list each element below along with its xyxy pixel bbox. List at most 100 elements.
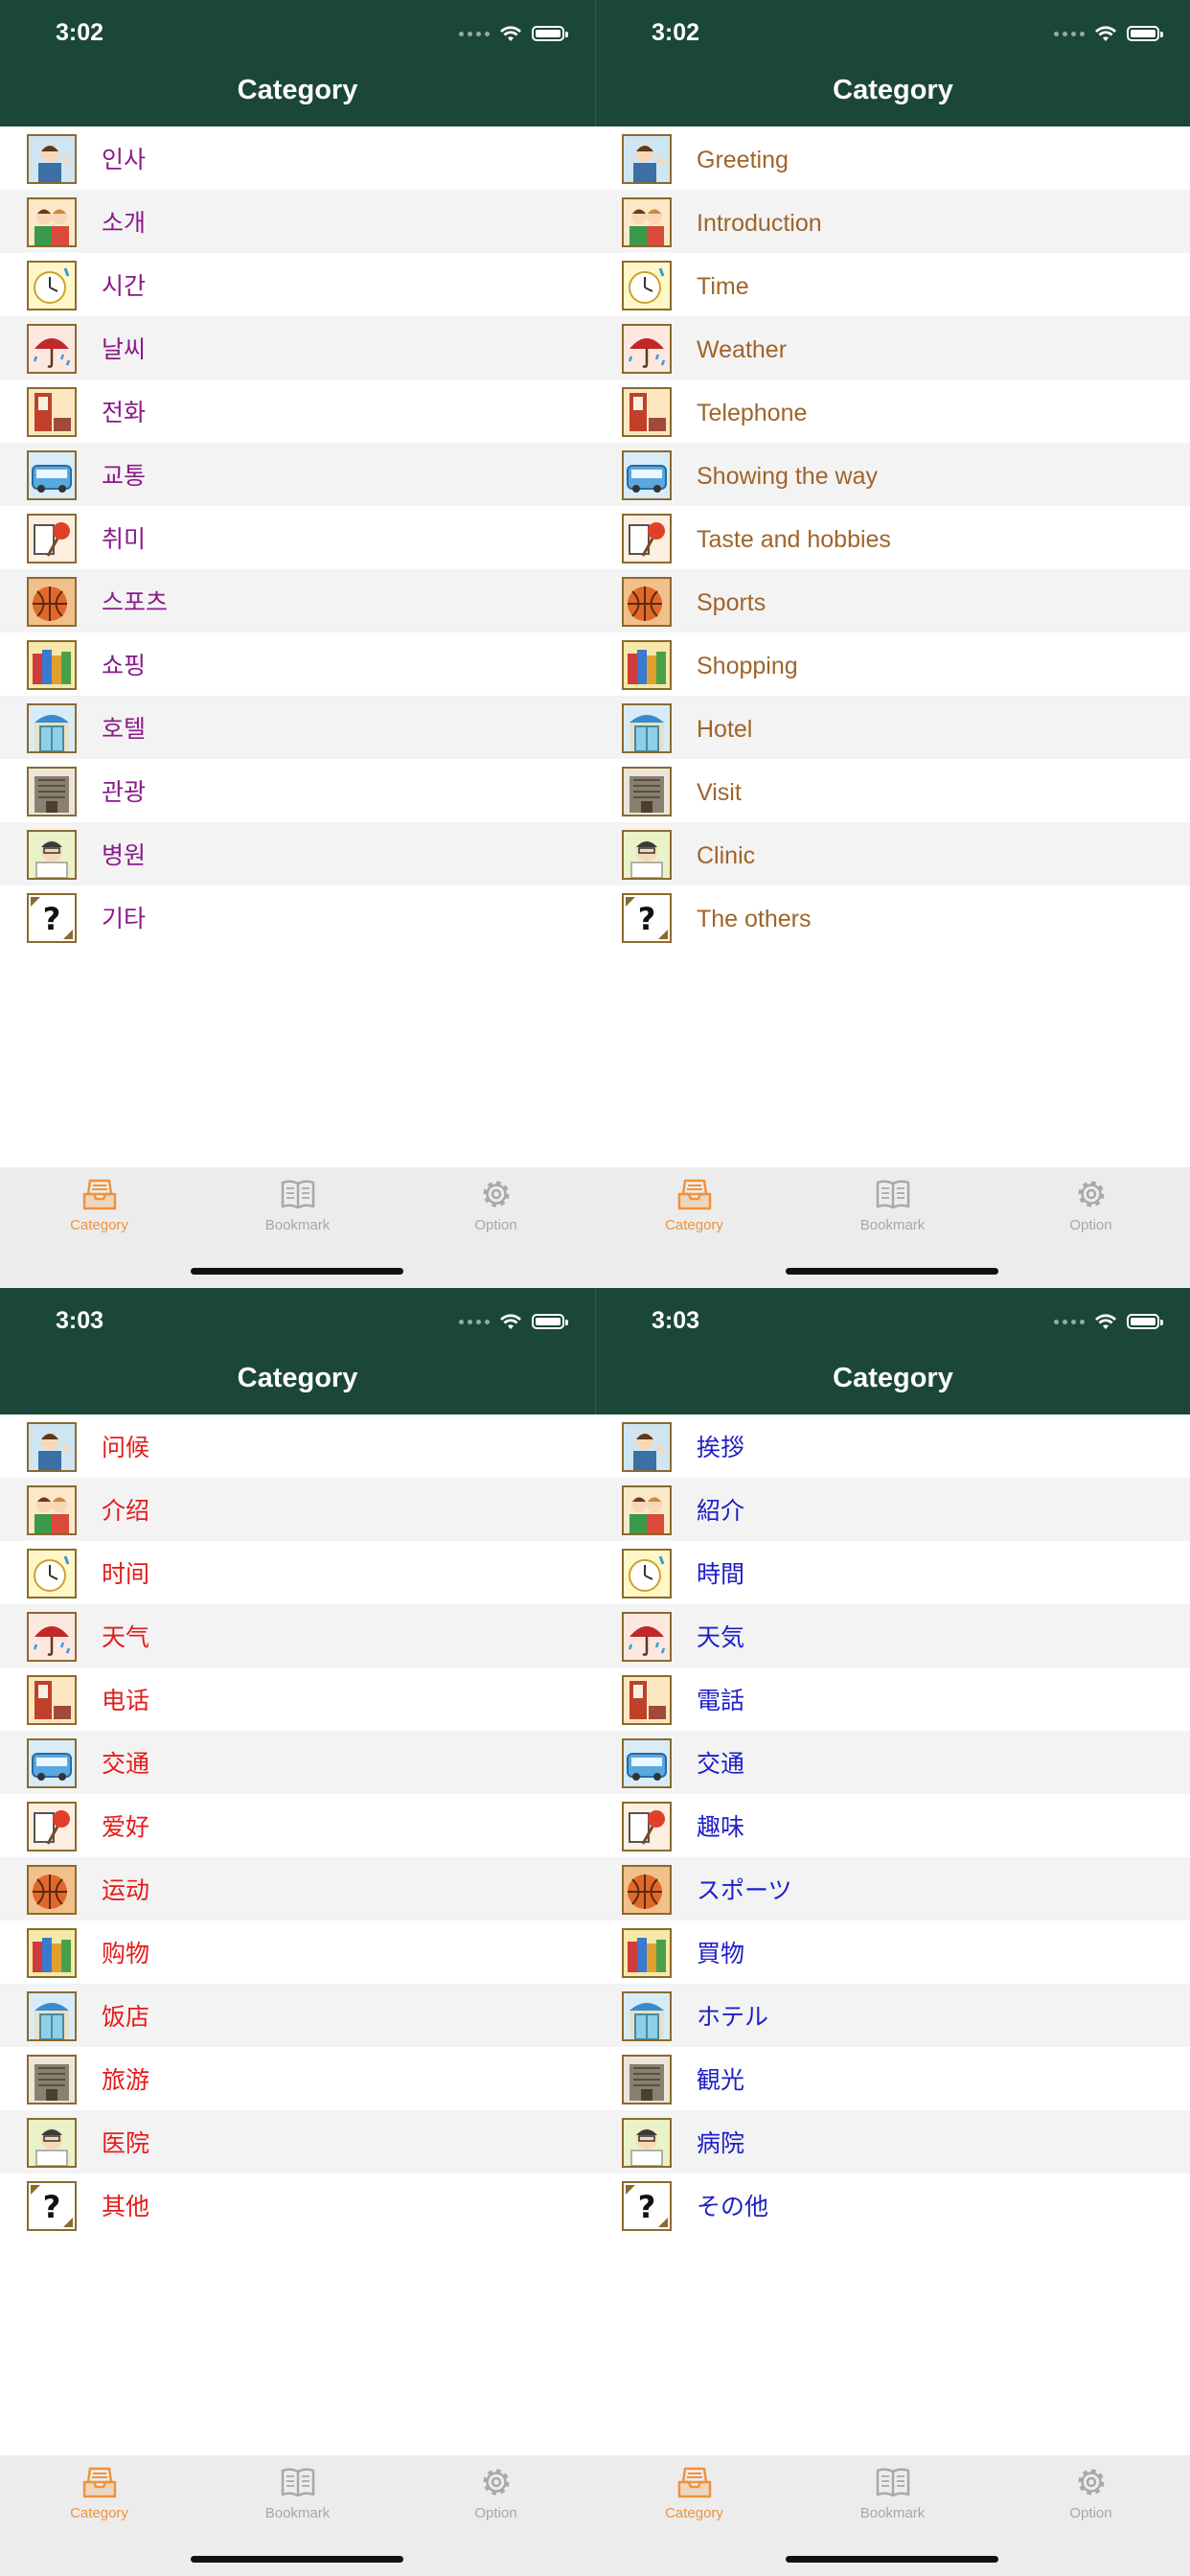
transport-icon xyxy=(27,1738,77,1788)
category-row[interactable]: Sports xyxy=(595,569,1190,632)
category-row[interactable]: 趣味 xyxy=(595,1794,1190,1857)
hotel-icon xyxy=(622,703,672,753)
navigation-bar: 3:03 Category xyxy=(0,1288,595,1414)
tab-option[interactable]: Option xyxy=(992,1175,1190,1242)
category-row[interactable]: ? 其他 xyxy=(0,2174,595,2237)
category-label: 医院 xyxy=(102,2130,150,2157)
category-row[interactable]: 挨拶 xyxy=(595,1414,1190,1478)
category-row[interactable]: 交通 xyxy=(0,1731,595,1794)
introduction-icon xyxy=(27,197,77,247)
clinic-icon xyxy=(622,830,672,880)
category-row[interactable]: 饭店 xyxy=(0,1984,595,2047)
category-label: Taste and hobbies xyxy=(697,526,891,553)
category-row[interactable]: ? その他 xyxy=(595,2174,1190,2237)
category-row[interactable]: 医院 xyxy=(0,2110,595,2174)
category-row[interactable]: 날씨 xyxy=(0,316,595,380)
category-row[interactable]: 爱好 xyxy=(0,1794,595,1857)
svg-text:?: ? xyxy=(638,901,656,937)
category-row[interactable]: Showing the way xyxy=(595,443,1190,506)
category-row[interactable]: Telephone xyxy=(595,380,1190,443)
category-label: 问候 xyxy=(102,1435,150,1461)
category-list: 인사소개 시간 날씨전화교통 취미 스포츠 쇼핑 호텔 관광 병원? 기타 xyxy=(0,126,595,949)
tab-category[interactable]: Category xyxy=(0,2463,198,2530)
category-row[interactable]: Visit xyxy=(595,759,1190,822)
category-row[interactable]: Introduction xyxy=(595,190,1190,253)
category-row[interactable]: 天气 xyxy=(0,1604,595,1668)
category-row[interactable]: Greeting xyxy=(595,126,1190,190)
category-row[interactable]: 问候 xyxy=(0,1414,595,1478)
time-icon xyxy=(622,1549,672,1598)
shopping-icon xyxy=(27,640,77,690)
category-row[interactable]: 旅游 xyxy=(0,2047,595,2110)
hobby-icon xyxy=(27,514,77,564)
phone-screen-1: 3:02 Category 인사 소개 시간 날씨 전화 교통 취미 스포츠 쇼핑 호텔 관광 병원?… xyxy=(0,0,595,1288)
tab-bookmark-label: Bookmark xyxy=(859,1217,926,1233)
category-label: 전화 xyxy=(102,400,147,426)
category-row[interactable]: 스포츠 xyxy=(0,569,595,632)
category-label: 인사 xyxy=(102,147,147,173)
category-row[interactable]: 쇼핑 xyxy=(0,632,595,696)
tab-bookmark[interactable]: Bookmark xyxy=(793,2463,992,2530)
category-row[interactable]: ? The others xyxy=(595,886,1190,949)
hotel-icon xyxy=(622,1991,672,2041)
tab-option[interactable]: Option xyxy=(397,2463,595,2530)
sightseeing-icon xyxy=(622,767,672,816)
category-row[interactable]: Weather xyxy=(595,316,1190,380)
category-row[interactable]: ? 기타 xyxy=(0,886,595,949)
wifi-icon xyxy=(1095,26,1116,41)
category-row[interactable]: 観光 xyxy=(595,2047,1190,2110)
tab-bookmark[interactable]: Bookmark xyxy=(793,1175,992,1242)
tab-option[interactable]: Option xyxy=(992,2463,1190,2530)
tab-category[interactable]: Category xyxy=(595,2463,793,2530)
tab-category[interactable]: Category xyxy=(595,1175,793,1242)
sightseeing-icon xyxy=(622,2055,672,2104)
tab-category[interactable]: Category xyxy=(0,1175,198,1242)
page-title: Category xyxy=(237,1363,358,1393)
category-row[interactable]: 介绍 xyxy=(0,1478,595,1541)
category-row[interactable]: 時間 xyxy=(595,1541,1190,1604)
tab-option[interactable]: Option xyxy=(397,1175,595,1242)
category-row[interactable]: 호텔 xyxy=(0,696,595,759)
tab-bookmark[interactable]: Bookmark xyxy=(198,2463,397,2530)
category-row[interactable]: 인사 xyxy=(0,126,595,190)
category-label: 交通 xyxy=(102,1751,150,1778)
tab-option-label: Option xyxy=(474,2505,517,2521)
status-icons xyxy=(1054,1311,1163,1332)
status-time: 3:02 xyxy=(652,19,700,46)
category-tray-icon xyxy=(82,2467,116,2498)
sightseeing-icon xyxy=(27,2055,77,2104)
category-row[interactable]: 购物 xyxy=(0,1920,595,1984)
category-row[interactable]: ホテル xyxy=(595,1984,1190,2047)
others-icon: ? xyxy=(622,893,672,943)
page-title: Category xyxy=(237,75,358,105)
others-icon: ? xyxy=(27,893,77,943)
category-row[interactable]: 病院 xyxy=(595,2110,1190,2174)
category-row[interactable]: 취미 xyxy=(0,506,595,569)
category-row[interactable]: Hotel xyxy=(595,696,1190,759)
category-row[interactable]: 전화 xyxy=(0,380,595,443)
category-row[interactable]: スポーツ xyxy=(595,1857,1190,1920)
category-row[interactable]: 電話 xyxy=(595,1668,1190,1731)
category-row[interactable]: 시간 xyxy=(0,253,595,316)
category-row[interactable]: 紹介 xyxy=(595,1478,1190,1541)
category-row[interactable]: 天気 xyxy=(595,1604,1190,1668)
category-row[interactable]: Taste and hobbies xyxy=(595,506,1190,569)
category-row[interactable]: 교통 xyxy=(0,443,595,506)
category-row[interactable]: 运动 xyxy=(0,1857,595,1920)
greeting-icon xyxy=(622,134,672,184)
category-row[interactable]: Clinic xyxy=(595,822,1190,886)
navigation-bar: 3:02 Category xyxy=(595,0,1190,126)
category-row[interactable]: Shopping xyxy=(595,632,1190,696)
category-row[interactable]: 買物 xyxy=(595,1920,1190,1984)
status-icons xyxy=(459,1311,568,1332)
tab-option-label: Option xyxy=(1069,2505,1112,2521)
category-row[interactable]: 交通 xyxy=(595,1731,1190,1794)
category-row[interactable]: 소개 xyxy=(0,190,595,253)
tab-bookmark[interactable]: Bookmark xyxy=(198,1175,397,1242)
others-icon: ? xyxy=(27,2181,77,2231)
category-row[interactable]: 电话 xyxy=(0,1668,595,1731)
category-row[interactable]: Time xyxy=(595,253,1190,316)
category-row[interactable]: 时间 xyxy=(0,1541,595,1604)
category-row[interactable]: 관광 xyxy=(0,759,595,822)
category-row[interactable]: 병원 xyxy=(0,822,595,886)
